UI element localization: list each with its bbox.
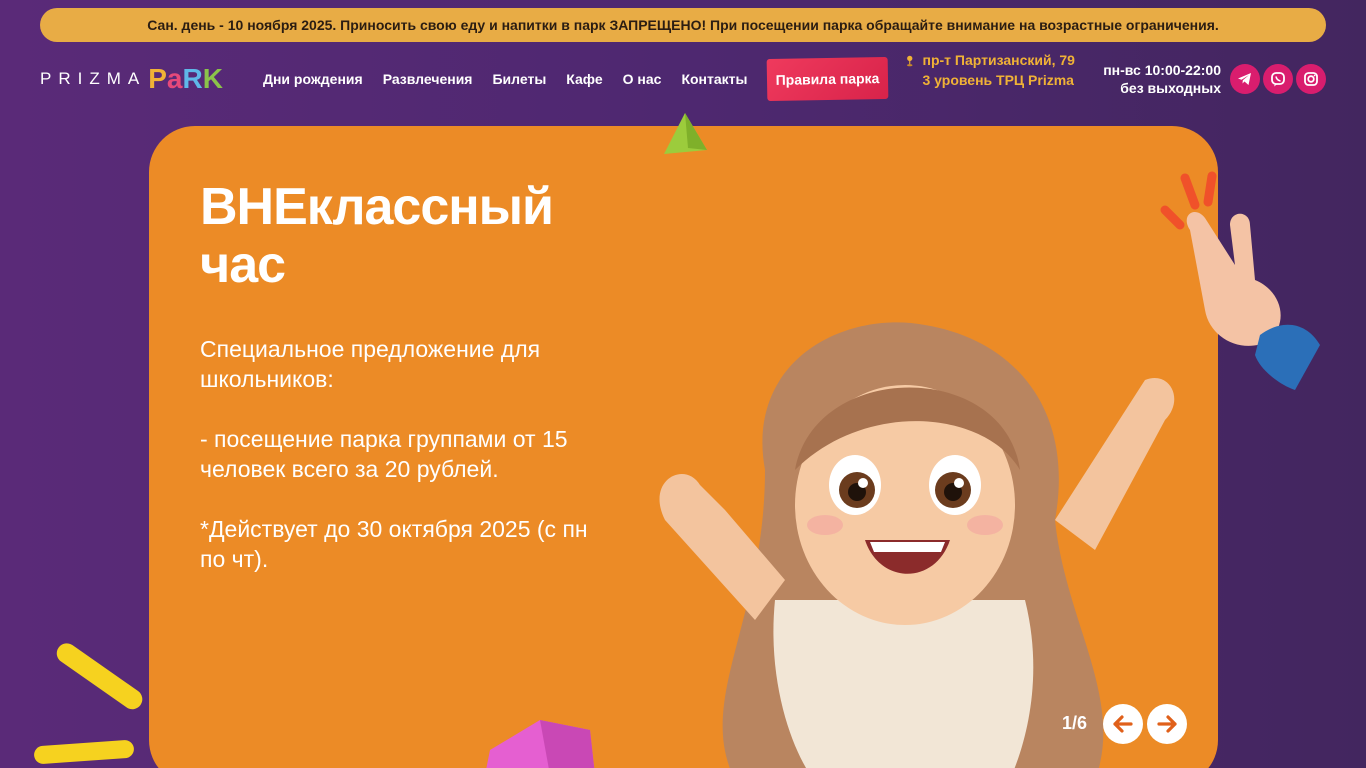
arrow-left-icon — [1113, 715, 1133, 733]
yellow-bar-decoration — [34, 740, 134, 764]
yellow-stick-decoration — [56, 643, 143, 710]
hours-line: пн-вс 10:00-22:00 — [1103, 62, 1221, 78]
viber-icon[interactable] — [1263, 64, 1293, 94]
peace-hand-decoration — [1160, 171, 1320, 390]
location-pin-icon — [907, 55, 913, 67]
slide-counter: 1/6 — [1062, 713, 1088, 733]
nav-cafe[interactable]: Кафе — [566, 70, 602, 88]
telegram-icon[interactable] — [1230, 64, 1260, 94]
nav-about[interactable]: О нас — [623, 70, 662, 88]
logo-park-text: PaRK — [148, 63, 223, 94]
opening-hours: пн-вс 10:00-22:00 без выходных — [1103, 61, 1221, 97]
nav-tickets[interactable]: Билеты — [492, 70, 546, 88]
nav-entertainment[interactable]: Развлечения — [383, 70, 473, 88]
hours-days-off: без выходных — [1120, 80, 1221, 96]
address-block[interactable]: пр-т Партизанский, 79 3 уровень ТРЦ Priz… — [905, 50, 1085, 90]
banner-title: ВНЕклассный час — [200, 178, 554, 294]
social-links — [1230, 64, 1326, 94]
prev-slide-button[interactable] — [1103, 704, 1143, 744]
nav-birthdays[interactable]: Дни рождения — [263, 70, 363, 88]
next-slide-button[interactable] — [1147, 704, 1187, 744]
logo-prizma-text: PRIZMA — [40, 69, 147, 88]
park-rules-button[interactable]: Правила парка — [766, 56, 889, 102]
girl-illustration — [659, 322, 1175, 768]
pink-cube-decoration — [486, 720, 595, 768]
logo[interactable]: PRIZMA PaRK — [40, 58, 238, 100]
banner-text: Специальное предложение для школьников: … — [200, 336, 588, 572]
green-pyramid-decoration — [664, 113, 707, 154]
address-text: пр-т Партизанский, 79 3 уровень ТРЦ Priz… — [922, 52, 1075, 88]
instagram-icon[interactable] — [1296, 64, 1326, 94]
announcement-text: Сан. день - 10 ноября 2025. Приносить св… — [147, 17, 1219, 33]
announcement-bar: Сан. день - 10 ноября 2025. Приносить св… — [40, 8, 1326, 42]
nav-contacts[interactable]: Контакты — [681, 70, 747, 88]
arrow-right-icon — [1157, 715, 1177, 733]
main-nav: Дни рождения Развлечения Билеты Кафе О н… — [263, 70, 767, 88]
